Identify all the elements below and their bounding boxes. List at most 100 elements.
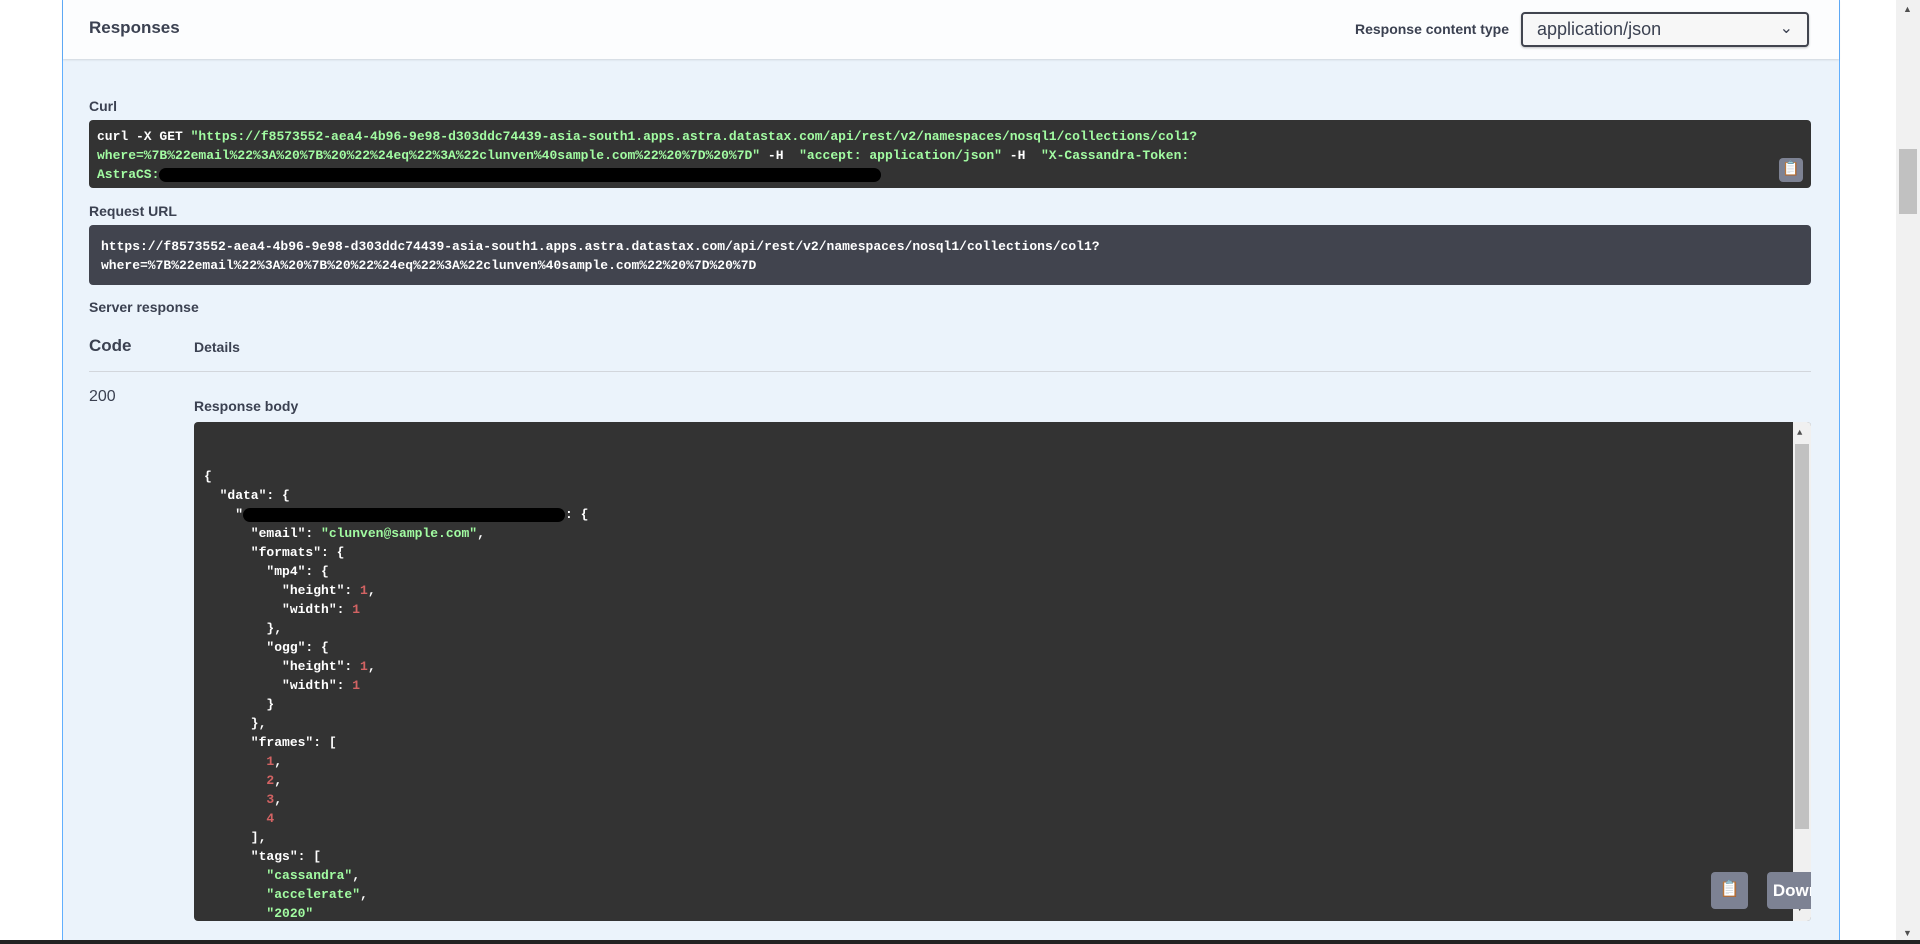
copy-response-button[interactable]: 📋: [1711, 872, 1748, 909]
curl-h1: -H: [760, 148, 792, 163]
json-token: : {: [565, 507, 589, 522]
response-body-line: " : {: [204, 505, 1801, 524]
response-body-line: },: [204, 714, 1801, 733]
response-body-line: "formats": {: [204, 543, 1801, 562]
json-token: },: [204, 621, 283, 636]
json-token: "accelerate": [204, 887, 361, 902]
json-token: 1: [360, 659, 368, 674]
response-body-line: "ogg": {: [204, 638, 1801, 657]
json-token: ,: [274, 792, 283, 807]
response-body: { "data": { " : { "email": "clunven@sampl…: [194, 422, 1811, 921]
taskbar-edge: [0, 940, 1920, 944]
copy-to-clipboard-icon[interactable]: 📋: [1779, 158, 1803, 182]
json-token: "width":: [204, 678, 353, 693]
curl-h2: -H: [1001, 148, 1034, 163]
json-token: "width":: [204, 602, 353, 617]
response-body-line: "tags": [: [204, 847, 1801, 866]
redacted-key: [243, 507, 566, 522]
curl-cmd: curl -X GET: [97, 129, 191, 144]
json-token: 3: [204, 792, 275, 807]
response-body-line: "width": 1: [204, 600, 1801, 619]
curl-url: "https://f8573552-aea4-4b96-9e98-d303ddc…: [190, 129, 1197, 144]
json-token: "clunven@sample.com": [321, 526, 478, 541]
curl-command: curl -X GET "https://f8573552-aea4-4b96-…: [89, 120, 1811, 188]
scroll-down-arrow-icon[interactable]: ▼: [1903, 928, 1912, 938]
response-table-header: Code Details: [89, 336, 1811, 372]
curl-accept: "accept: application/json": [791, 148, 1002, 163]
json-token: "height":: [204, 659, 361, 674]
json-token: ,: [352, 868, 361, 883]
response-body-line: ],: [204, 828, 1801, 847]
response-body-line: 3,: [204, 790, 1801, 809]
json-token: ,: [367, 583, 376, 598]
json-token: ": [204, 507, 244, 522]
json-token: 1: [204, 754, 275, 769]
scroll-up-arrow-icon[interactable]: ▲: [1797, 424, 1802, 443]
response-body-label: Response body: [194, 398, 299, 414]
copy-to-clipboard-icon: 📋: [1719, 881, 1740, 899]
response-body-line: {: [204, 467, 1801, 486]
json-token: "email":: [204, 526, 322, 541]
response-body-line: "email": "clunven@sample.com",: [204, 524, 1801, 543]
json-token: "ogg": {: [204, 640, 329, 655]
json-token: "frames": [: [204, 735, 337, 750]
response-body-line: "width": 1: [204, 676, 1801, 695]
response-body-line: }: [204, 695, 1801, 714]
code-header: Code: [89, 336, 132, 355]
page-scrollbar-thumb[interactable]: [1899, 149, 1917, 214]
responses-title: Responses: [89, 18, 180, 37]
curl-token-prefix: AstraCS:: [97, 167, 160, 182]
request-url-label: Request URL: [89, 203, 177, 219]
request-url-line2: where=%7B%22email%22%3A%20%7B%20%22%24eq…: [101, 258, 757, 273]
responses-panel: Responses Response content type applicat…: [62, 0, 1840, 940]
response-body-scrollbar[interactable]: ▲ ▼: [1793, 422, 1811, 921]
response-body-line: 2,: [204, 771, 1801, 790]
request-url: https://f8573552-aea4-4b96-9e98-d303ddc7…: [89, 225, 1811, 285]
json-token: 1: [352, 678, 361, 693]
json-token: "tags": [: [204, 849, 322, 864]
content-type-value: application/json: [1537, 19, 1662, 39]
json-token: 1: [360, 583, 368, 598]
response-body-line: "accelerate",: [204, 885, 1801, 904]
json-token: "2020": [204, 906, 314, 921]
json-token: "cassandra": [204, 868, 353, 883]
json-token: ,: [367, 659, 376, 674]
response-body-line: "height": 1,: [204, 657, 1801, 676]
json-token: ,: [274, 754, 283, 769]
response-body-line: "data": {: [204, 486, 1801, 505]
json-token: "data": {: [204, 488, 290, 503]
response-body-line: "2020": [204, 904, 1801, 921]
response-body-line: "mp4": {: [204, 562, 1801, 581]
curl-label: Curl: [89, 98, 117, 114]
json-token: "formats": {: [204, 545, 345, 560]
response-body-line: 4: [204, 809, 1801, 828]
content-type-label: Response content type: [1354, 21, 1509, 37]
page-scrollbar[interactable]: ▲ ▼: [1896, 0, 1920, 940]
response-body-line: },: [204, 619, 1801, 638]
json-token: "height":: [204, 583, 361, 598]
curl-token-header: "X-Cassandra-Token:: [1033, 148, 1190, 163]
responses-header: Responses Response content type applicat…: [63, 0, 1839, 59]
response-body-line: "frames": [: [204, 733, 1801, 752]
response-body-content: { "data": { " : { "email": "clunven@sampl…: [204, 467, 1801, 921]
json-token: ,: [360, 887, 368, 902]
json-token: ,: [477, 526, 485, 541]
download-button[interactable]: Download: [1767, 872, 1811, 909]
json-token: {: [204, 469, 212, 484]
json-token: },: [204, 716, 267, 731]
server-response-label: Server response: [89, 299, 199, 315]
content-type-select[interactable]: application/json ⌄: [1521, 12, 1809, 47]
curl-where: where=%7B%22email%22%3A%20%7B%20%22%24eq…: [97, 148, 761, 163]
request-url-line1: https://f8573552-aea4-4b96-9e98-d303ddc7…: [101, 239, 1100, 254]
response-body-line: "height": 1,: [204, 581, 1801, 600]
chevron-down-icon: ⌄: [1779, 20, 1793, 37]
json-token: 1: [352, 602, 361, 617]
response-body-line: 1,: [204, 752, 1801, 771]
json-token: 4: [204, 811, 275, 826]
redacted-token: [159, 167, 882, 182]
response-body-line: "cassandra",: [204, 866, 1801, 885]
scrollbar-thumb[interactable]: [1795, 444, 1809, 829]
json-token: ],: [204, 830, 267, 845]
scroll-up-arrow-icon[interactable]: ▲: [1903, 4, 1912, 14]
json-token: 2: [204, 773, 275, 788]
